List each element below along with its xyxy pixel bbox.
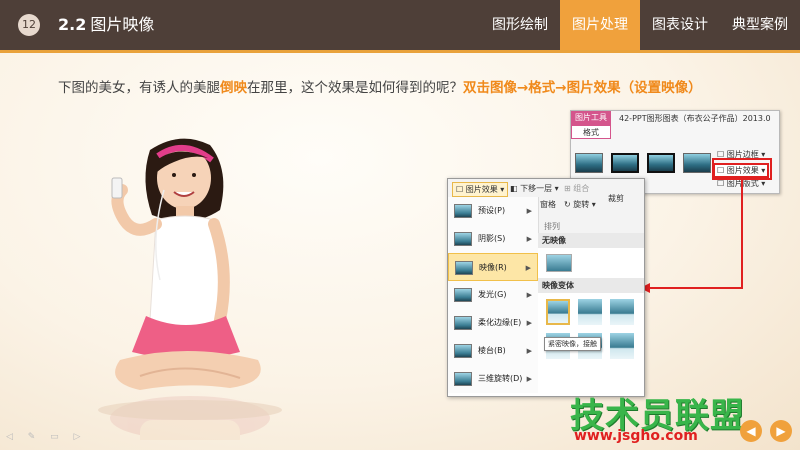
3d-rotation-icon [454, 372, 472, 386]
group-button[interactable]: ⊞ 组合 [564, 183, 589, 194]
reflection-variants-heading: 映像变体 [538, 278, 644, 293]
menu-item-label: 阴影(S) [478, 234, 506, 243]
selection-pane-button[interactable]: 窗格 [540, 199, 556, 210]
menu-item-preset[interactable]: 预设(P) ▶ [448, 197, 538, 225]
header-bar: 12 2.2 图片映像 图形绘制 图片处理 图表设计 典型案例 [0, 0, 800, 53]
picture-style-thumb[interactable] [647, 153, 675, 173]
rotate-button[interactable]: ↻ 旋转 ▾ [564, 199, 596, 210]
reflection-variant-option[interactable] [610, 333, 634, 359]
crop-button[interactable]: 裁剪 [608, 193, 624, 204]
menu-item-glow[interactable]: 发光(G) ▶ [448, 281, 538, 309]
tab-format[interactable]: 格式 [571, 125, 611, 139]
send-backward-button[interactable]: ◧ 下移一层 ▾ [510, 183, 559, 194]
reflection-icon [455, 261, 473, 275]
send-backward-label: 下移一层 [520, 184, 553, 193]
picture-style-thumb[interactable] [575, 153, 603, 173]
no-reflection-option[interactable] [546, 254, 572, 272]
submenu-arrow-icon: ▶ [526, 207, 532, 215]
callout-highlight-box [712, 158, 772, 180]
watermark-url: www.jsgho.com [574, 428, 698, 444]
effects-menu-screenshot: ☐ 图片效果 ▾ ◧ 下移一层 ▾ ⊞ 组合 窗格 ↻ 旋转 ▾ 裁剪 排列 预… [447, 178, 645, 397]
menu-item-label: 发光(G) [478, 290, 507, 299]
slide-number-badge: 12 [18, 14, 40, 36]
soft-edges-icon [454, 316, 472, 330]
tab-chart-design[interactable]: 图表设计 [640, 0, 720, 50]
tab-image-processing[interactable]: 图片处理 [560, 0, 640, 50]
menu-item-label: 预设(P) [478, 206, 506, 215]
shadow-icon [454, 232, 472, 246]
next-slide-button[interactable]: ▶ [770, 420, 792, 442]
prev-slide-button[interactable]: ◀ [740, 420, 762, 442]
question-highlight-steps: 双击图像→格式→图片效果（设置映像） [463, 80, 702, 96]
menu-item-shadow[interactable]: 阴影(S) ▶ [448, 225, 538, 253]
no-reflection-heading: 无映像 [538, 233, 644, 248]
effects-menu-list: 预设(P) ▶ 阴影(S) ▶ 映像(R) ▶ 发光(G) ▶ 柔化边缘(E) ▶ 棱台(… [448, 197, 539, 393]
tab-drawing[interactable]: 图形绘制 [480, 0, 560, 50]
submenu-arrow-icon: ▶ [526, 375, 532, 383]
picture-style-thumb[interactable] [683, 153, 711, 173]
glow-icon [454, 288, 472, 302]
picture-style-thumb[interactable] [611, 153, 639, 173]
menu-item-bevel[interactable]: 棱台(B) ▶ [448, 337, 538, 365]
slide-tools[interactable]: ◁ ✎ ▭ ▷ [6, 432, 86, 442]
submenu-arrow-icon: ▶ [526, 319, 532, 327]
submenu-arrow-icon: ▶ [526, 291, 532, 299]
bevel-icon [454, 344, 472, 358]
picture-effects-dropdown-label: 图片效果 [465, 185, 498, 194]
menu-item-label: 映像(R) [479, 263, 507, 272]
rotate-label: 旋转 [573, 200, 590, 209]
question-highlight-reflection: 倒映 [220, 80, 247, 96]
reflection-tooltip: 紧密映像，接触 [544, 337, 601, 351]
group-label: 组合 [573, 184, 590, 193]
picture-tools-tag: 图片工具 [571, 111, 611, 125]
reflection-variants-grid [538, 293, 644, 365]
menu-item-label: 柔化边缘(E) [478, 318, 522, 327]
arrange-group-label: 排列 [544, 222, 560, 231]
menu-item-label: 三维旋转(D) [478, 374, 523, 383]
header-accent-line [0, 50, 800, 53]
reflection-variant-option[interactable] [546, 299, 570, 325]
section-title: 2.2 图片映像 [58, 14, 154, 36]
document-title: 42-PPT图形图表（布衣公子作品）2013.0 [619, 114, 771, 123]
menu-item-soft-edges[interactable]: 柔化边缘(E) ▶ [448, 309, 538, 337]
picture-effects-dropdown[interactable]: ☐ 图片效果 ▾ [452, 182, 509, 197]
question-text: 下图的美女，有诱人的美腿倒映在那里，这个效果是如何得到的呢？双击图像→格式→图片… [58, 76, 702, 96]
section-title-text: 图片映像 [90, 15, 155, 34]
question-part1: 下图的美女，有诱人的美腿 [58, 80, 220, 96]
question-part2: 在那里，这个效果是如何得到的呢？ [247, 80, 463, 96]
menu-item-3d-rotation[interactable]: 三维旋转(D) ▶ [448, 365, 538, 393]
submenu-arrow-icon: ▶ [525, 264, 531, 272]
section-number: 2.2 [58, 15, 87, 34]
nav-tabs: 图形绘制 图片处理 图表设计 典型案例 [480, 0, 800, 50]
girl-photo [98, 138, 282, 440]
reflection-variant-option[interactable] [578, 299, 602, 325]
reflection-submenu: 无映像 映像变体 [538, 233, 644, 396]
preset-icon [454, 204, 472, 218]
picture-styles-gallery [575, 153, 711, 173]
menu-item-reflection[interactable]: 映像(R) ▶ [448, 253, 538, 281]
reflection-variant-option[interactable] [610, 299, 634, 325]
submenu-arrow-icon: ▶ [526, 347, 532, 355]
tab-cases[interactable]: 典型案例 [720, 0, 800, 50]
picture-layout-label: 图片版式 [726, 179, 759, 188]
menu-item-label: 棱台(B) [478, 346, 506, 355]
submenu-arrow-icon: ▶ [526, 235, 532, 243]
